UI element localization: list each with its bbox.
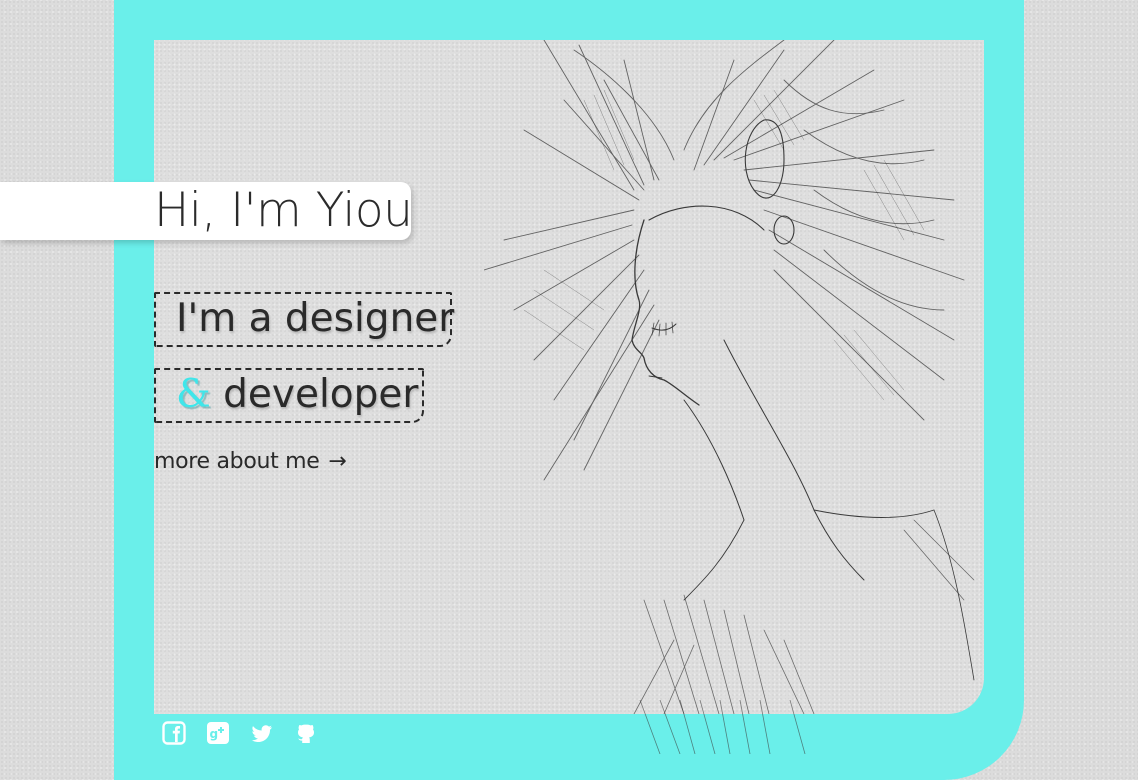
github-icon[interactable] [293,720,319,746]
feather-portrait-illustration [484,40,975,714]
role-designer-text: I'm a designer [176,296,455,341]
ampersand-accent: & [176,372,211,417]
role-developer-box: & developer [154,368,424,423]
twitter-icon-glyph [251,725,272,742]
arrow-right-icon: → [328,449,347,474]
github-icon-glyph [298,724,314,743]
role-designer-box: I'm a designer [154,292,455,347]
facebook-icon-glyph [162,721,186,745]
more-about-me-label: more about me [154,449,320,474]
facebook-icon[interactable] [161,720,187,746]
svg-text:g: g [210,727,219,741]
feather-sketch-overflow [639,700,806,754]
role-developer-text: developer [210,372,419,417]
more-about-me-link[interactable]: more about me → [154,448,347,476]
google-plus-icon[interactable]: g [205,720,231,746]
google-plus-icon-glyph: g [207,722,229,744]
twitter-icon[interactable] [249,720,275,746]
greeting-heading: Hi, I'm Yiou [154,183,413,238]
